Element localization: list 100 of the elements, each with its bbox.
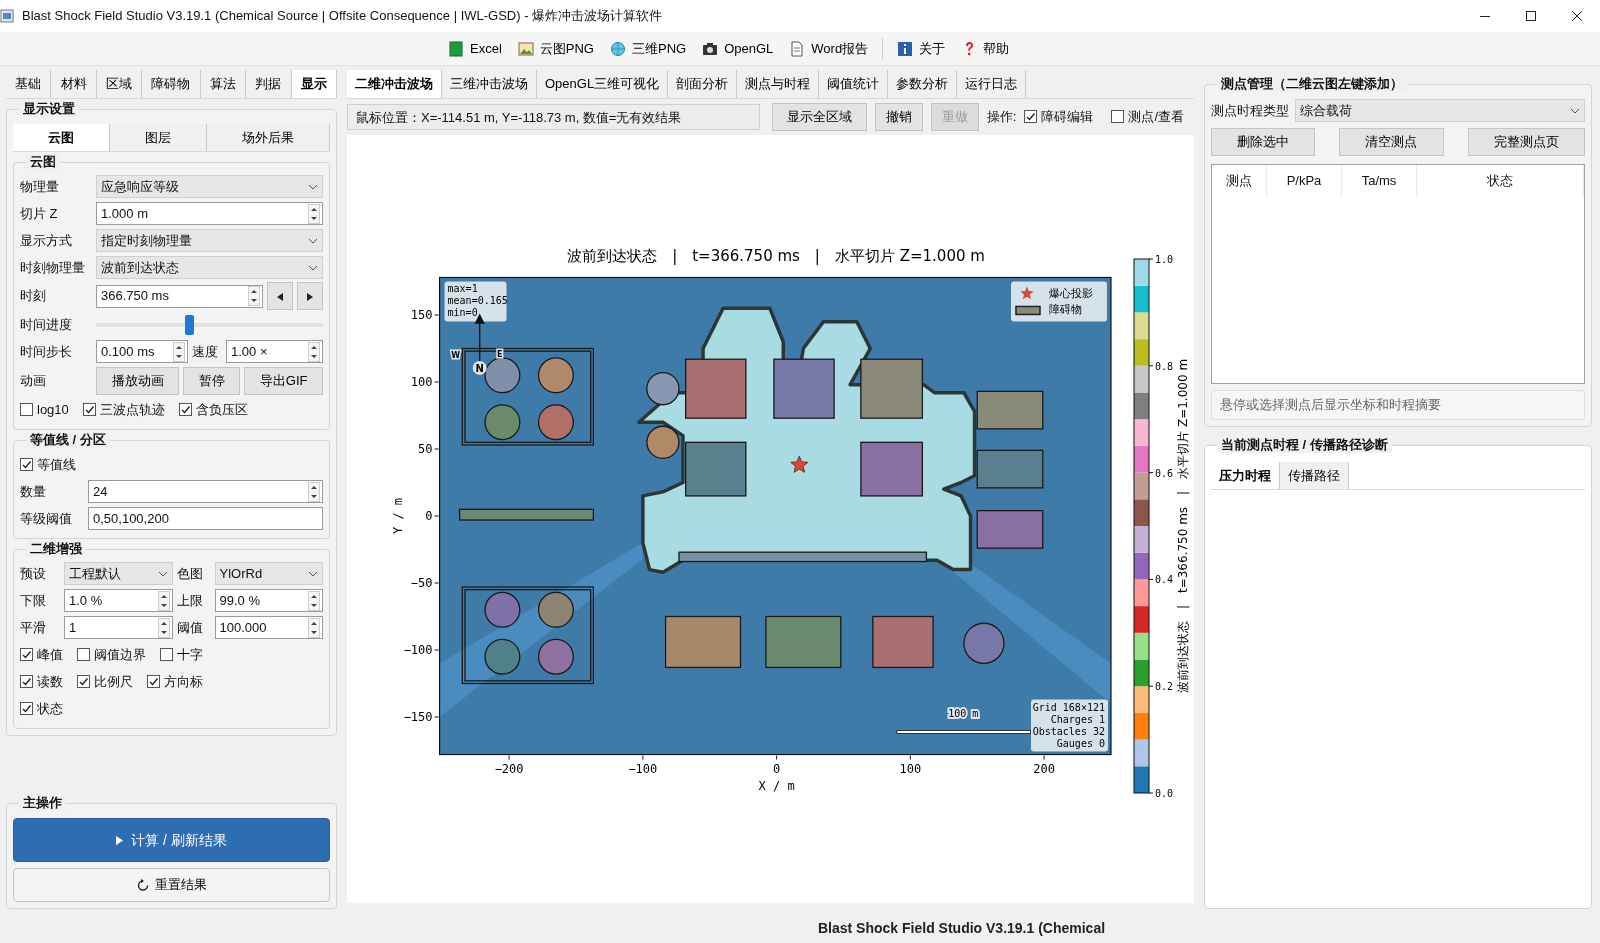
star-icon	[790, 455, 809, 473]
checkbox[interactable]: 峰值	[20, 644, 63, 665]
field-label: 上限	[176, 591, 204, 610]
toolbar-button[interactable]: 云图PNG	[509, 35, 602, 62]
checkbox[interactable]: 阈值边界	[77, 644, 146, 665]
tick-mark	[434, 582, 439, 583]
field-label: 速度	[192, 342, 219, 361]
toolbar-button[interactable]: Word报告	[781, 35, 877, 62]
text-field[interactable]: 0,50,100,200	[88, 507, 323, 530]
obstacle-swatch-icon	[1015, 305, 1041, 315]
checkbox[interactable]: 比例尺	[77, 671, 133, 692]
checkbox[interactable]: 三波点轨迹	[82, 399, 165, 420]
spin-field[interactable]: 1.000 m	[96, 202, 323, 225]
axis-tick-label: 100	[410, 374, 433, 389]
axis-tick-label: 50	[418, 441, 433, 456]
tab[interactable]: 二维冲击波场	[347, 70, 442, 98]
toolbar-button[interactable]: 显示全区域	[771, 102, 867, 131]
compass-label: N	[475, 362, 484, 374]
animation-button[interactable]: 暂停	[183, 366, 241, 395]
tab[interactable]: 云图	[13, 123, 110, 151]
check-icon	[78, 676, 89, 687]
spin-field[interactable]: 1.0 %	[64, 589, 173, 612]
toolbar-button[interactable]: Excel	[440, 35, 510, 62]
dropdown[interactable]: YlOrRd	[214, 562, 323, 585]
spin-arrows-icon	[308, 481, 320, 502]
building-block	[976, 509, 1044, 549]
previous-button[interactable]	[267, 282, 293, 310]
spin-arrows-icon	[308, 590, 320, 611]
tick-mark	[642, 755, 644, 759]
next-button[interactable]	[297, 282, 323, 310]
group-title: 主操作	[19, 795, 66, 811]
group-title: 二维增强	[26, 541, 86, 557]
dropdown[interactable]: 指定时刻物理量	[96, 229, 323, 252]
check-icon	[21, 459, 32, 470]
dropdown[interactable]: 应急响应等级	[96, 175, 323, 198]
animation-button[interactable]: 播放动画	[96, 366, 180, 395]
gauge-button[interactable]: 清空测点	[1339, 128, 1444, 156]
group-title: 等值线 / 分区	[26, 432, 110, 448]
toolbar-button[interactable]: 三维PNG	[601, 35, 695, 62]
chevron-icon	[308, 570, 318, 577]
scale-label: 100 m	[948, 707, 979, 719]
toolbar-button[interactable]: 撤销	[874, 102, 923, 131]
toolbar-button[interactable]: 帮助	[953, 35, 1018, 62]
animation-button[interactable]: 导出GIF	[244, 366, 323, 395]
check-icon	[179, 404, 191, 415]
tank-circle	[963, 622, 1005, 664]
building-block	[685, 441, 747, 497]
close-icon	[1572, 11, 1582, 21]
dropdown[interactable]: 波前到达状态	[96, 256, 323, 279]
spin-field[interactable]: 100.000	[214, 616, 323, 639]
tick-mark	[1043, 755, 1045, 759]
toolbar-button[interactable]: 关于	[889, 35, 954, 62]
chevron-icon	[308, 237, 318, 244]
check-icon	[83, 404, 95, 415]
checkbox[interactable]: 障碍编辑	[1024, 106, 1094, 127]
colorbar-tick-label: 0.8	[1155, 360, 1174, 372]
spin-field[interactable]: 99.0 %	[214, 589, 323, 612]
tab[interactable]: 传播路径	[1280, 461, 1349, 489]
colorbar-tick-label: 1.0	[1155, 253, 1174, 265]
checkbox[interactable]: 等值线	[20, 454, 76, 475]
gauge-button[interactable]: 删除选中	[1211, 128, 1316, 156]
checkbox[interactable]: 读数	[20, 671, 63, 692]
field-label: 时刻物理量	[20, 258, 86, 277]
spin-field[interactable]: 1.00 ×	[226, 340, 323, 363]
gauge-button[interactable]: 完整测点页	[1467, 128, 1585, 156]
axis-tick-label: 100	[899, 761, 922, 775]
building-block	[685, 358, 747, 419]
chevron-icon	[308, 183, 318, 190]
info-line: Charges 1	[1050, 713, 1105, 724]
toolbar-button[interactable]: OpenGL	[694, 35, 782, 62]
field-label: 切片 Z	[20, 204, 59, 223]
checkbox[interactable]: 含负压区	[178, 399, 248, 420]
reset-button[interactable]: 重置结果	[13, 868, 330, 902]
spin-field[interactable]: 366.750 ms	[96, 284, 263, 308]
field-label: 物理量	[20, 177, 60, 196]
minimize-icon	[1480, 15, 1490, 17]
tank-circle	[484, 356, 521, 393]
checkbox[interactable]: 方向标	[147, 671, 203, 692]
checkbox[interactable]: 十字	[160, 644, 203, 665]
tick-mark	[508, 755, 510, 759]
tab[interactable]: 显示	[291, 70, 337, 98]
axis-tick-label: 0	[425, 508, 433, 523]
column-header: Ta/ms	[1342, 165, 1417, 197]
checkbox[interactable]: 测点/查看	[1111, 106, 1184, 127]
dropdown[interactable]: 工程默认	[64, 562, 173, 585]
checkbox[interactable]: log10	[20, 399, 69, 420]
field-label: 平滑	[20, 618, 47, 637]
chart-title: 波前到达状态 | t=366.750 ms | 水平切片 Z=1.000 m	[567, 246, 985, 265]
checkbox[interactable]: 状态	[20, 698, 63, 719]
stats-panel	[444, 281, 507, 321]
operation-label: 操作:	[986, 107, 1017, 126]
chevron-icon	[308, 264, 318, 271]
status-hint: 悬停或选择测点后显示坐标和时程摘要	[1211, 390, 1585, 420]
slider-thumb[interactable]	[185, 314, 195, 335]
axis-tick-label: 200	[1033, 761, 1055, 775]
spin-field[interactable]: 0.100 ms	[96, 340, 188, 363]
dropdown[interactable]: 综合载荷	[1295, 99, 1585, 122]
spin-field[interactable]: 1	[64, 616, 173, 639]
spin-field[interactable]: 24	[88, 480, 323, 503]
calculate-button[interactable]: 计算 / 刷新结果	[13, 818, 330, 862]
